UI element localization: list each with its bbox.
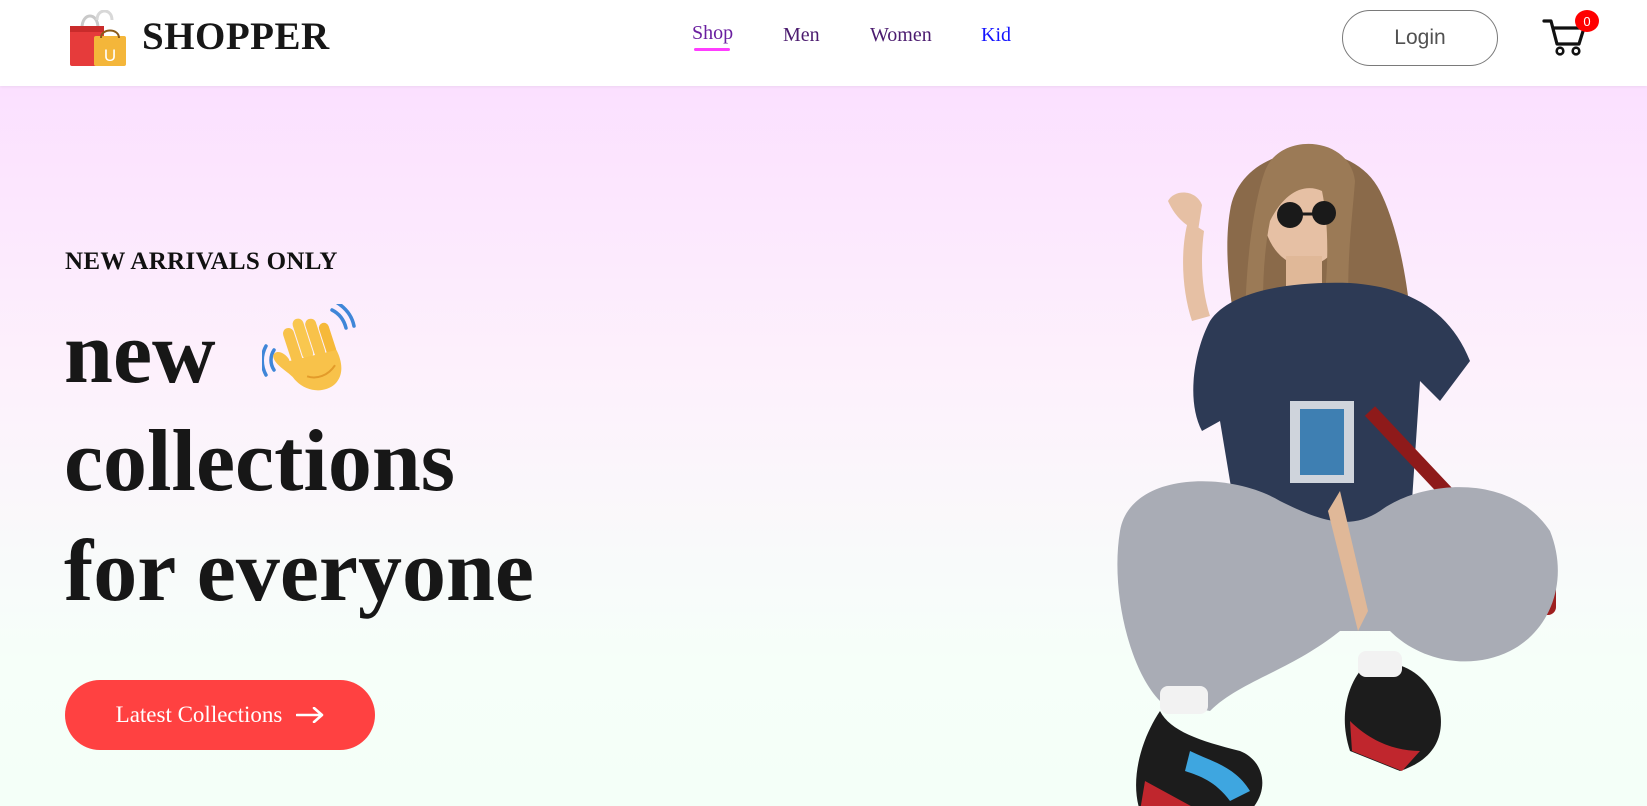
- hero-headline-line-1: new: [64, 305, 216, 402]
- waving-hand-icon: [260, 300, 362, 404]
- shopping-bag-logo-icon[interactable]: U: [68, 9, 130, 68]
- active-nav-indicator: [694, 48, 730, 51]
- hero-eyebrow: NEW ARRIVALS ONLY: [65, 248, 338, 275]
- hero-headline-line-2: collections: [64, 413, 456, 510]
- navbar: U SHOPPER Shop Men Women Kid Login 0: [0, 0, 1647, 86]
- svg-text:U: U: [104, 46, 116, 65]
- nav-link-men[interactable]: Men: [783, 24, 820, 47]
- nav-link-shop[interactable]: Shop: [692, 22, 733, 45]
- cart-count-badge: 0: [1575, 10, 1599, 32]
- login-button[interactable]: Login: [1342, 10, 1498, 66]
- nav-link-women[interactable]: Women: [870, 24, 932, 47]
- fashion-model-image: [1117, 143, 1558, 806]
- arrow-right-icon: [296, 707, 324, 723]
- nav-link-kid[interactable]: Kid: [981, 24, 1011, 47]
- cta-label: Latest Collections: [115, 702, 283, 727]
- hero-section: NEW ARRIVALS ONLY new collections for ev…: [0, 86, 1647, 806]
- latest-collections-button[interactable]: Latest Collections: [65, 680, 375, 750]
- hero-headline-line-3: for everyone: [64, 523, 534, 620]
- brand-name[interactable]: SHOPPER: [142, 14, 330, 59]
